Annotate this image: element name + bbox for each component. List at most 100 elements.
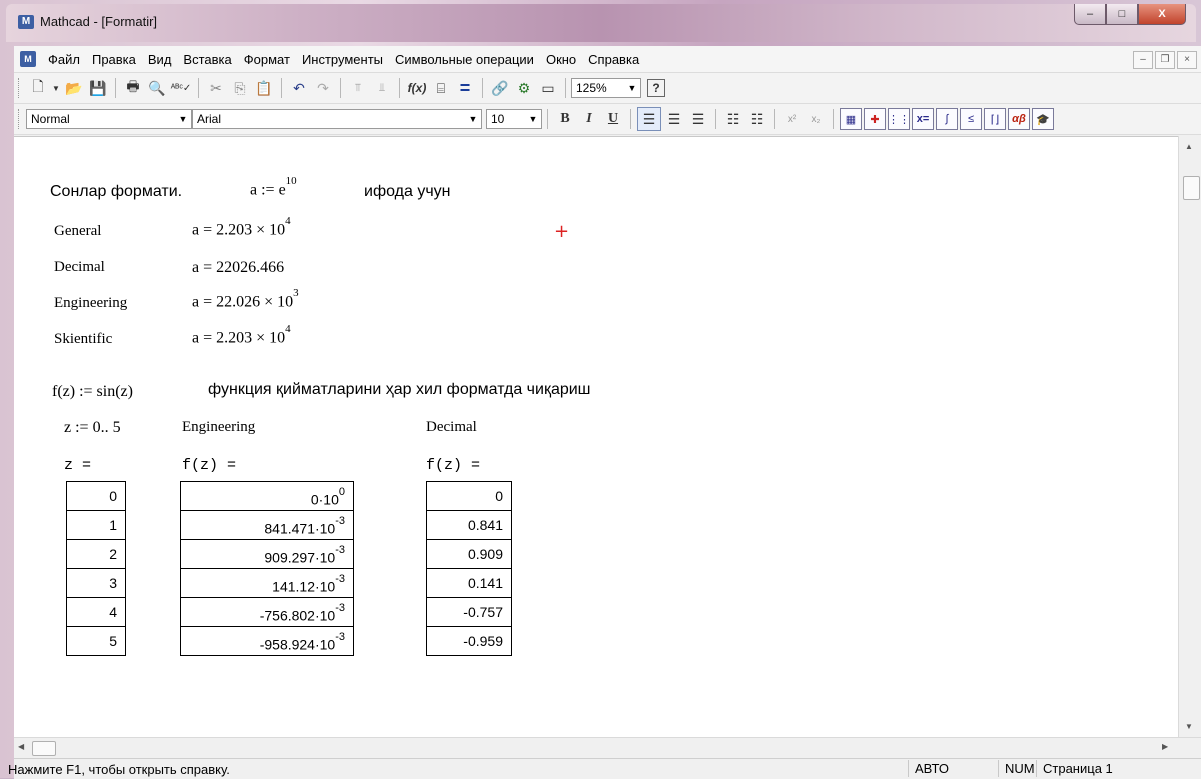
- align-across-icon[interactable]: ⫪: [347, 77, 369, 99]
- print-preview-icon[interactable]: 🔍: [146, 77, 168, 99]
- format-expr-engineering[interactable]: a = 22.026 × 103: [192, 287, 299, 311]
- zoom-select[interactable]: 125% ▼: [571, 78, 641, 98]
- copy-icon[interactable]: ⎘: [229, 77, 251, 99]
- redo-icon[interactable]: ↷: [312, 77, 334, 99]
- menu-view[interactable]: Вид: [142, 52, 178, 67]
- z-eval-label[interactable]: z =: [64, 457, 91, 474]
- calculate-icon[interactable]: =: [454, 77, 476, 99]
- insert-function-icon[interactable]: f(x): [406, 77, 428, 99]
- mathcad-app-icon[interactable]: M: [18, 15, 34, 29]
- vertical-scroll-thumb[interactable]: [1183, 176, 1200, 200]
- doc-restore-button[interactable]: ❐: [1155, 51, 1175, 69]
- header-expression[interactable]: a := e10: [250, 175, 297, 199]
- dropdown-arrow-icon[interactable]: ▼: [51, 77, 61, 99]
- toolbar-grip[interactable]: [18, 78, 22, 98]
- align-right-icon[interactable]: ☰: [687, 108, 709, 130]
- scroll-down-icon[interactable]: ▼: [1185, 722, 1193, 731]
- close-button[interactable]: X: [1138, 4, 1186, 25]
- decimal-values-table[interactable]: 0 0.841 0.909 0.141 -0.757 -0.959: [426, 481, 512, 656]
- menu-edit[interactable]: Правка: [86, 52, 142, 67]
- resource-center-icon[interactable]: ▭: [537, 77, 559, 99]
- boolean-toolbar-icon[interactable]: ≤: [960, 108, 982, 130]
- paste-icon[interactable]: 📋: [253, 77, 275, 99]
- chevron-down-icon[interactable]: ▼: [525, 110, 541, 128]
- status-help-text: Нажмите F1, чтобы открыть справку.: [8, 762, 230, 777]
- underline-button[interactable]: U: [602, 108, 624, 130]
- help-icon[interactable]: ?: [647, 79, 665, 97]
- format-expr-scientific[interactable]: a = 2.203 × 104: [192, 323, 291, 347]
- menu-insert[interactable]: Вставка: [177, 52, 237, 67]
- z-values-table[interactable]: 0 1 2 3 4 5: [66, 481, 126, 656]
- font-size-select[interactable]: 10 ▼: [486, 109, 542, 129]
- table-cell: 0·100: [181, 482, 353, 511]
- open-folder-icon[interactable]: 📂: [63, 77, 85, 99]
- insert-unit-icon[interactable]: ⌸: [430, 77, 452, 99]
- calculus-toolbar-icon[interactable]: ∫: [936, 108, 958, 130]
- spell-check-icon[interactable]: ᴬᴮᶜ✓: [170, 77, 192, 99]
- font-select[interactable]: Arial ▼: [192, 109, 482, 129]
- scroll-left-icon[interactable]: ◀: [18, 742, 24, 751]
- worksheet[interactable]: Сонлар формати. a := e10 ифода учун Gene…: [14, 136, 1178, 738]
- bullet-list-icon[interactable]: ☷: [722, 108, 744, 130]
- menu-file[interactable]: Файл: [42, 52, 86, 67]
- style-select[interactable]: Normal ▼: [26, 109, 192, 129]
- toolbar-grip[interactable]: [18, 109, 22, 129]
- decimal-column-label: Decimal: [426, 419, 477, 435]
- horizontal-scroll-thumb[interactable]: [32, 741, 56, 756]
- cut-icon[interactable]: ✂: [205, 77, 227, 99]
- insert-hyperlink-icon[interactable]: 🔗: [489, 77, 511, 99]
- function-definition[interactable]: f(z) := sin(z): [52, 383, 133, 401]
- mantissa: -756.802·10: [259, 607, 336, 624]
- align-left-icon[interactable]: ☰: [637, 107, 661, 131]
- maximize-button[interactable]: □: [1106, 4, 1138, 25]
- doc-close-button[interactable]: ×: [1177, 51, 1197, 69]
- style-value: Normal: [31, 112, 70, 126]
- greek-toolbar-icon[interactable]: αβ: [1008, 108, 1030, 130]
- format-expr-decimal[interactable]: a = 22026.466: [192, 259, 284, 277]
- insert-component-icon[interactable]: ⚙: [513, 77, 535, 99]
- symbolic-toolbar-icon[interactable]: 🎓: [1032, 108, 1054, 130]
- print-icon[interactable]: 🖶: [122, 77, 144, 99]
- mantissa: 841.471·10: [264, 520, 336, 537]
- doc-minimize-button[interactable]: –: [1133, 51, 1153, 69]
- menu-format[interactable]: Формат: [238, 52, 296, 67]
- document-icon[interactable]: M: [20, 51, 36, 67]
- save-icon[interactable]: 💾: [87, 77, 109, 99]
- subscript-icon[interactable]: x₂: [805, 108, 827, 130]
- menu-symbolics[interactable]: Символьные операции: [389, 52, 540, 67]
- menu-tools[interactable]: Инструменты: [296, 52, 389, 67]
- minimize-button[interactable]: –: [1074, 4, 1106, 25]
- exponent: -3: [335, 515, 345, 527]
- chevron-down-icon[interactable]: ▼: [175, 110, 191, 128]
- engineering-values-table[interactable]: 0·100 841.471·10-3 909.297·10-3 141.12·1…: [180, 481, 354, 656]
- chevron-down-icon[interactable]: ▼: [624, 79, 640, 97]
- evaluation-toolbar-icon[interactable]: x=: [912, 108, 934, 130]
- f-dec-eval-label[interactable]: f(z) =: [426, 457, 480, 474]
- title-bar[interactable]: M Mathcad - [Formatir] – □ X: [6, 4, 1196, 42]
- vertical-scrollbar[interactable]: ▲ ▼: [1178, 136, 1201, 737]
- new-document-icon[interactable]: 🗋: [27, 77, 49, 99]
- menu-window[interactable]: Окно: [540, 52, 582, 67]
- graph-toolbar-icon[interactable]: ✚: [864, 108, 886, 130]
- calculator-toolbar-icon[interactable]: ▦: [840, 108, 862, 130]
- italic-button[interactable]: I: [578, 108, 600, 130]
- programming-toolbar-icon[interactable]: ⌈⌋: [984, 108, 1006, 130]
- align-down-icon[interactable]: ⫫: [371, 77, 393, 99]
- chevron-down-icon[interactable]: ▼: [465, 110, 481, 128]
- scroll-right-icon[interactable]: ▶: [1162, 742, 1168, 751]
- undo-icon[interactable]: ↶: [288, 77, 310, 99]
- bold-button[interactable]: B: [554, 108, 576, 130]
- f-eng-eval-label[interactable]: f(z) =: [182, 457, 236, 474]
- table-cell: 5: [109, 633, 117, 649]
- scroll-up-icon[interactable]: ▲: [1185, 142, 1193, 151]
- superscript-icon[interactable]: x²: [781, 108, 803, 130]
- menu-help[interactable]: Справка: [582, 52, 645, 67]
- numbered-list-icon[interactable]: ☷: [746, 108, 768, 130]
- range-definition[interactable]: z := 0.. 5: [64, 419, 121, 437]
- horizontal-scrollbar[interactable]: ◀ ▶: [14, 737, 1201, 758]
- format-expr-general[interactable]: a = 2.203 × 104: [192, 215, 291, 239]
- matrix-toolbar-icon[interactable]: ⋮⋮: [888, 108, 910, 130]
- table-cell: 1: [67, 511, 125, 540]
- table-cell: -756.802·10-3: [181, 598, 353, 627]
- align-center-icon[interactable]: ☰: [663, 108, 685, 130]
